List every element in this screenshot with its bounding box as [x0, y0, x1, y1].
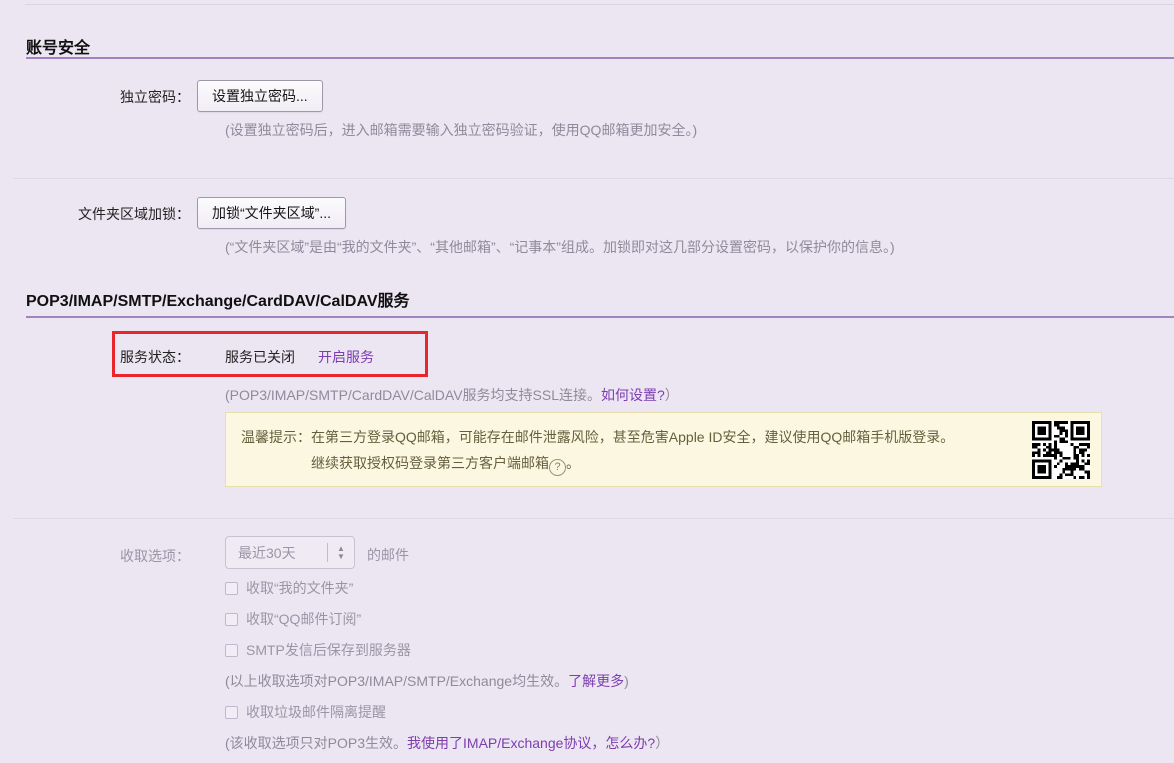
how-to-set-link[interactable]: 如何设置? — [601, 387, 665, 403]
folder-lock-label: 文件夹区域加锁： — [78, 206, 190, 222]
service-status-label: 服务状态： — [120, 349, 190, 365]
enable-service-link[interactable]: 开启服务 — [318, 347, 374, 367]
fetch-range-suffix: 的邮件 — [367, 547, 409, 563]
set-independent-password-button[interactable]: 设置独立密码... — [197, 80, 323, 112]
fetch-options-hint-text: (以上收取选项对POP3/IMAP/SMTP/Exchange均生效。 — [225, 673, 569, 689]
fetch-options-hint-close: ) — [624, 673, 629, 689]
ssl-hint: (POP3/IMAP/SMTP/CardDAV/CalDAV服务均支持SSL连接… — [225, 385, 679, 405]
checkbox-icon[interactable] — [225, 705, 238, 719]
row-divider — [13, 178, 1174, 179]
ssl-hint-text: (POP3/IMAP/SMTP/CardDAV/CalDAV服务均支持SSL连接… — [225, 387, 601, 403]
fetch-options-label: 收取选项： — [120, 548, 190, 564]
help-icon[interactable]: ? — [549, 459, 566, 476]
fetch-option-qq-subscription[interactable]: 收取“QQ邮件订阅” — [225, 609, 361, 629]
section-rule — [26, 316, 1174, 318]
section-title-pop3-services: POP3/IMAP/SMTP/Exchange/CardDAV/CalDAV服务 — [26, 293, 410, 310]
checkbox-label: 收取“我的文件夹” — [246, 580, 354, 596]
ssl-hint-close: ） — [664, 387, 679, 403]
checkbox-label: SMTP发信后保存到服务器 — [246, 642, 411, 658]
checkbox-icon[interactable] — [225, 581, 238, 595]
fetch-option-smtp-save[interactable]: SMTP发信后保存到服务器 — [225, 640, 411, 660]
fetch-range-value: 最近30天 — [238, 544, 296, 561]
independent-password-hint: (设置独立密码后，进入邮箱需要输入独立密码验证，使用QQ邮箱更加安全。) — [225, 122, 698, 138]
service-status-value: 服务已关闭 — [225, 349, 295, 365]
notice-line1: 在第三方登录QQ邮箱，可能存在邮件泄露风险，甚至危害Apple ID安全，建议使… — [311, 429, 955, 445]
fetch-option-my-folders[interactable]: 收取“我的文件夹” — [225, 578, 353, 598]
section-rule — [26, 57, 1174, 59]
dropdown-arrows-icon: ▲ ▼ — [337, 543, 345, 561]
learn-more-link[interactable]: 了解更多 — [568, 673, 624, 689]
spam-option-hint-text: (该收取选项只对POP3生效。 — [225, 735, 408, 751]
mail-settings-page: 账号安全 独立密码： 设置独立密码... (设置独立密码后，进入邮箱需要输入独立… — [0, 0, 1174, 763]
spam-option-hint-close: ） — [655, 735, 670, 751]
qr-code — [1032, 421, 1090, 479]
checkbox-icon[interactable] — [225, 612, 238, 626]
notice-label: 温馨提示： — [241, 429, 311, 445]
spam-option-hint: (该收取选项只对POP3生效。我使用了IMAP/Exchange协议，怎么办?） — [225, 733, 669, 753]
checkbox-label: 收取“QQ邮件订阅” — [246, 611, 362, 627]
folder-lock-hint: (“文件夹区域”是由“我的文件夹”、“其他邮箱”、“记事本”组成。加锁即对这几部… — [225, 239, 895, 255]
imap-exchange-help-link[interactable]: 我使用了IMAP/Exchange协议，怎么办? — [407, 735, 655, 751]
notice-line2: 继续获取授权码登录第三方客户端邮箱 — [311, 455, 549, 471]
notice-line2-tail: 。 — [566, 455, 580, 471]
fetch-option-spam-reminder[interactable]: 收取垃圾邮件隔离提醒 — [225, 702, 386, 722]
top-divider — [25, 4, 1174, 5]
independent-password-label: 独立密码： — [120, 89, 190, 105]
section-title-account-security: 账号安全 — [26, 40, 91, 57]
warm-notice-box: 温馨提示： 在第三方登录QQ邮箱，可能存在邮件泄露风险，甚至危害Apple ID… — [225, 412, 1102, 487]
checkbox-label: 收取垃圾邮件隔离提醒 — [246, 704, 386, 720]
notice-body: 在第三方登录QQ邮箱，可能存在邮件泄露风险，甚至危害Apple ID安全，建议使… — [311, 424, 954, 476]
row-divider — [13, 518, 1174, 519]
fetch-range-dropdown[interactable]: 最近30天 ▲ ▼ — [225, 536, 355, 569]
checkbox-icon[interactable] — [225, 643, 238, 657]
fetch-options-hint: (以上收取选项对POP3/IMAP/SMTP/Exchange均生效。了解更多) — [225, 671, 629, 691]
lock-folder-area-button[interactable]: 加锁“文件夹区域”... — [197, 197, 346, 229]
